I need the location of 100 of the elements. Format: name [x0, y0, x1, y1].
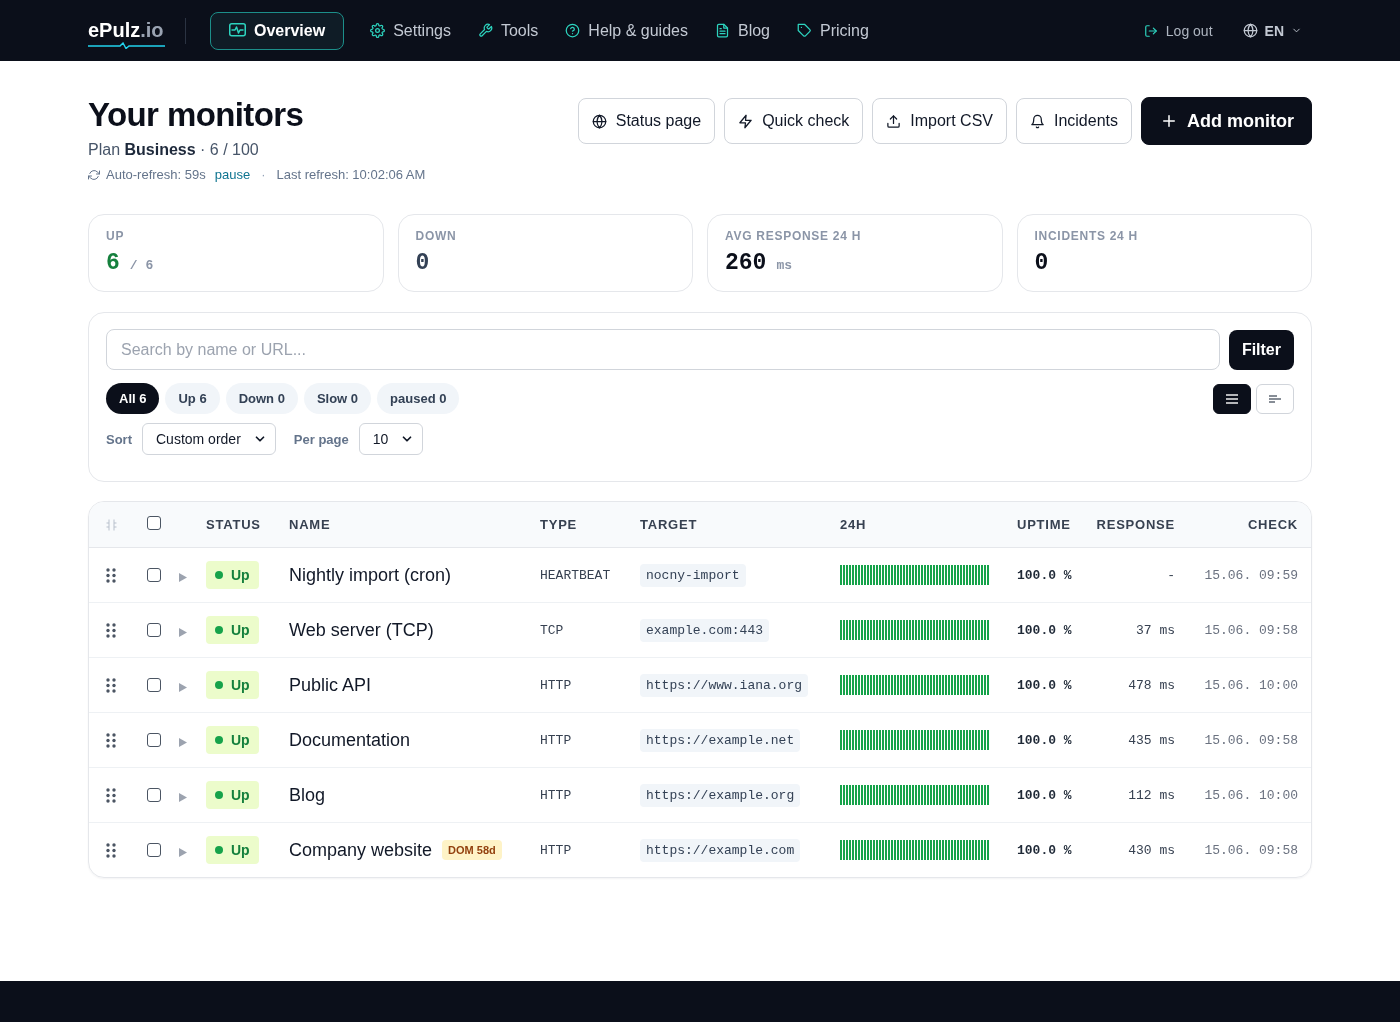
monitor-name[interactable]: Blog [289, 784, 326, 806]
filter-chip[interactable]: Down 0 [225, 383, 298, 414]
document-icon [714, 23, 730, 38]
sort-select[interactable]: Custom order [142, 423, 276, 455]
per-page-label: Per page [293, 431, 349, 447]
search-field[interactable]: Search by name or URL... [106, 329, 1220, 370]
last-check-time: 15.06. 09:58 [1204, 732, 1298, 748]
help-icon [565, 23, 581, 38]
plan-info: Plan Business · 6 / 100 [88, 140, 260, 160]
target-address: https://example.net [640, 728, 801, 752]
row-checkbox[interactable] [147, 678, 161, 692]
list-view-button[interactable] [1213, 383, 1251, 414]
nav-link[interactable]: Pricing [796, 11, 870, 50]
status-text: Up [231, 787, 250, 803]
monitor-name[interactable]: Company website [289, 839, 433, 861]
per-page-select[interactable]: 10 [358, 423, 424, 455]
nav-link[interactable]: Blog [713, 11, 771, 50]
row-checkbox[interactable] [147, 788, 161, 802]
stat-value: 260 [725, 249, 767, 277]
globe-icon [1242, 23, 1258, 38]
row-checkbox[interactable] [147, 623, 161, 637]
column-header: UPTIME [1017, 517, 1071, 532]
monitor-type: TCP [540, 622, 564, 638]
last-check-time: 15.06. 09:58 [1204, 842, 1298, 858]
language-select[interactable]: EN [1242, 22, 1302, 39]
sort-label: Sort [106, 431, 132, 447]
target-address: https://www.iana.org [640, 673, 809, 697]
row-checkbox[interactable] [147, 568, 161, 582]
nav-link[interactable]: Help & guides [564, 11, 689, 50]
nav-link[interactable]: Overview [210, 11, 345, 50]
filter-chip[interactable]: All 6 [106, 383, 160, 414]
drag-handle-icon[interactable] [106, 842, 116, 858]
monitor-type: HTTP [540, 732, 572, 748]
target-address: https://example.org [640, 783, 801, 807]
status-text: Up [231, 677, 250, 693]
wrench-icon [477, 23, 493, 38]
status-dot-icon [215, 736, 223, 744]
status-dot-icon [215, 846, 223, 854]
monitor-type: HTTP [540, 787, 572, 803]
filter-chip[interactable]: Up 6 [165, 383, 220, 414]
list-icon [1226, 393, 1238, 404]
uptime-value: 100.0 % [1017, 842, 1072, 858]
compact-view-button[interactable] [1256, 383, 1294, 414]
drag-handle-icon[interactable] [106, 732, 116, 748]
stat-unit: ms [776, 258, 793, 273]
uptime-value: 100.0 % [1017, 677, 1072, 693]
monitor-type: HTTP [540, 842, 572, 858]
drag-handle-icon[interactable] [106, 567, 116, 583]
tag-icon [797, 23, 812, 38]
refresh-icon [88, 169, 100, 181]
column-header: TYPE [540, 517, 578, 532]
drag-handle-icon[interactable] [106, 622, 116, 638]
response-time: 430 ms [1128, 842, 1175, 858]
row-checkbox[interactable] [147, 733, 161, 747]
last-check-time: 15.06. 10:00 [1204, 787, 1298, 803]
filter-chip[interactable]: paused 0 [377, 383, 460, 414]
drag-handle-icon[interactable] [106, 677, 116, 693]
action-button[interactable]: Status page [577, 98, 716, 144]
response-time: 112 ms [1128, 787, 1175, 803]
column-header: TARGET [640, 517, 698, 532]
stat-label: UP [106, 229, 126, 243]
row-checkbox[interactable] [147, 843, 161, 857]
target-address: nocny-import [640, 563, 746, 587]
nav-link[interactable]: Settings [369, 11, 452, 50]
short-lines-icon [1269, 394, 1281, 403]
uptime-value: 100.0 % [1017, 787, 1072, 803]
status-text: Up [231, 842, 250, 858]
stat-value: 6 [106, 249, 120, 277]
action-button[interactable]: Add monitor [1141, 97, 1312, 145]
column-header: 24H [840, 517, 867, 532]
page-title: Your monitors [88, 97, 305, 133]
action-button[interactable]: Incidents [1015, 98, 1132, 144]
pulse-screen-icon [229, 23, 246, 38]
last-check-time: 15.06. 09:58 [1204, 622, 1298, 638]
stat-label: DOWN [415, 229, 458, 243]
auto-refresh-status: Auto-refresh: 59s [106, 166, 206, 184]
filter-button[interactable]: Filter [1228, 329, 1294, 370]
stat-value: 0 [415, 249, 430, 277]
filter-chip[interactable]: Slow 0 [303, 383, 372, 414]
last-check-time: 15.06. 09:59 [1204, 567, 1298, 583]
monitor-name[interactable]: Documentation [289, 729, 411, 751]
action-button[interactable]: Import CSV [872, 98, 1007, 144]
logo[interactable]: ePulz.io [88, 12, 165, 49]
status-dot-icon [215, 626, 223, 634]
monitor-name[interactable]: Web server (TCP) [289, 619, 434, 641]
status-dot-icon [215, 571, 223, 579]
monitor-name[interactable]: Nightly import (cron) [289, 564, 452, 586]
logout-link[interactable]: Log out [1143, 22, 1213, 39]
response-time: 478 ms [1128, 677, 1175, 693]
plus-icon [1160, 112, 1178, 130]
response-time: 435 ms [1128, 732, 1175, 748]
select-all-checkbox[interactable] [147, 515, 161, 530]
nav-link[interactable]: Tools [476, 11, 540, 50]
status-text: Up [231, 732, 250, 748]
action-button[interactable]: Quick check [724, 98, 864, 144]
drag-handle-icon[interactable] [106, 787, 116, 803]
monitor-name[interactable]: Public API [289, 674, 372, 696]
status-text: Up [231, 567, 250, 583]
pause-link[interactable]: pause [214, 166, 251, 184]
grip-lines-icon [106, 518, 117, 531]
